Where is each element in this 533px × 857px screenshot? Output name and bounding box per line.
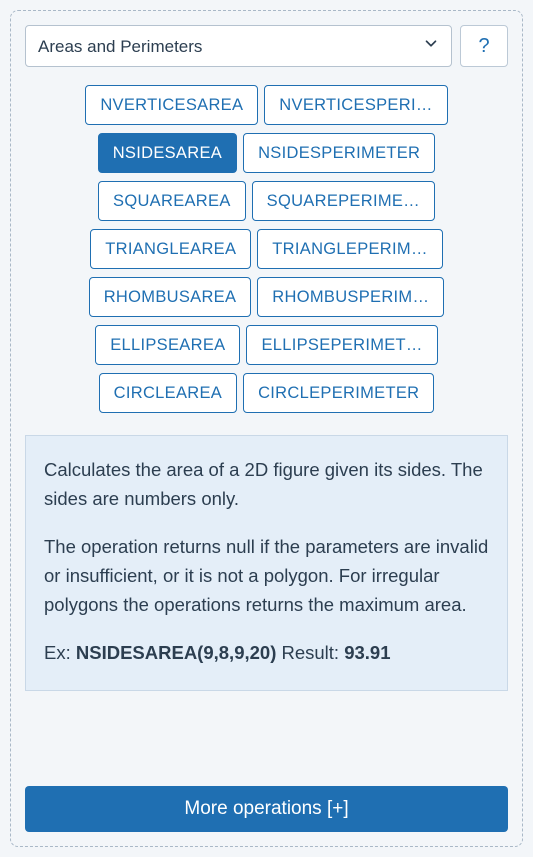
description-example: Ex: NSIDESAREA(9,8,9,20) Result: 93.91 — [44, 639, 489, 668]
description-box: Calculates the area of a 2D figure given… — [25, 435, 508, 691]
description-line-2: The operation returns null if the parame… — [44, 533, 489, 619]
top-row: Areas and Perimeters ? — [25, 25, 508, 67]
more-operations-button[interactable]: More operations [+] — [25, 786, 508, 832]
example-result-prefix: Result: — [276, 642, 344, 663]
operation-button[interactable]: ELLIPSEPERIMET… — [246, 325, 437, 365]
operation-button[interactable]: NVERTICESAREA — [85, 85, 258, 125]
example-prefix: Ex: — [44, 642, 76, 663]
spacer — [25, 691, 508, 772]
category-select-wrap: Areas and Perimeters — [25, 25, 452, 67]
operation-button[interactable]: TRIANGLEPERIM… — [257, 229, 442, 269]
operation-button[interactable]: TRIANGLEAREA — [90, 229, 251, 269]
description-line-1: Calculates the area of a 2D figure given… — [44, 456, 489, 513]
category-select[interactable]: Areas and Perimeters — [25, 25, 452, 67]
operations-panel: Areas and Perimeters ? NVERTICESAREANVER… — [10, 10, 523, 847]
operation-button[interactable]: RHOMBUSPERIM… — [257, 277, 444, 317]
operation-button[interactable]: SQUAREAREA — [98, 181, 246, 221]
operation-button[interactable]: CIRCLEAREA — [99, 373, 237, 413]
operation-button[interactable]: CIRCLEPERIMETER — [243, 373, 434, 413]
example-call: NSIDESAREA(9,8,9,20) — [76, 642, 276, 663]
operation-button[interactable]: SQUAREPERIME… — [252, 181, 435, 221]
help-button[interactable]: ? — [460, 25, 508, 67]
operation-button[interactable]: NVERTICESPERI… — [264, 85, 447, 125]
operation-button[interactable]: NSIDESAREA — [98, 133, 237, 173]
operation-button[interactable]: NSIDESPERIMETER — [243, 133, 435, 173]
operations-grid: NVERTICESAREANVERTICESPERI… NSIDESAREANSI… — [25, 85, 508, 413]
example-result-value: 93.91 — [344, 642, 390, 663]
operation-button[interactable]: RHOMBUSAREA — [89, 277, 252, 317]
operation-button[interactable]: ELLIPSEAREA — [95, 325, 240, 365]
